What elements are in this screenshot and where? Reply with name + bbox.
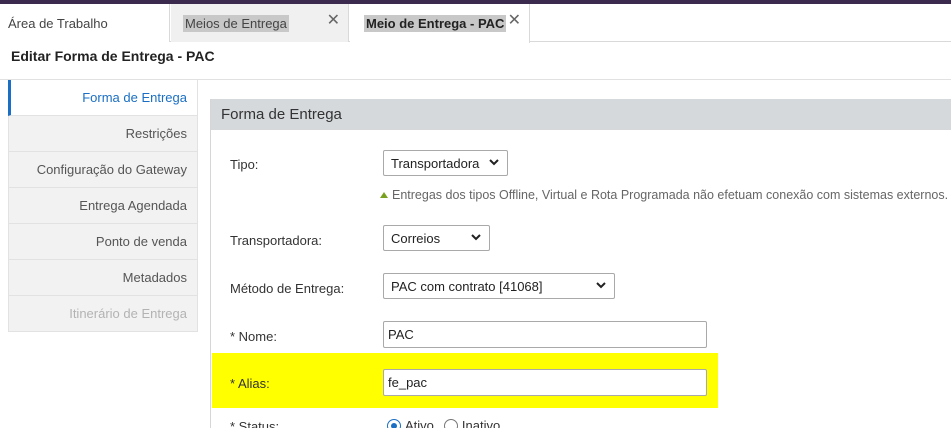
tipo-select-value: Transportadora bbox=[391, 155, 480, 171]
status-inativo-radio[interactable] bbox=[443, 418, 458, 428]
status-label: * Status: bbox=[230, 419, 280, 428]
status-ativo-radio[interactable] bbox=[387, 418, 401, 428]
alias-input-value: fe_pac bbox=[388, 375, 428, 390]
metodo-select[interactable]: PAC com contrato [41068] bbox=[383, 273, 615, 299]
sidebar-item-restricoes[interactable]: Restrições bbox=[8, 116, 198, 152]
nome-input[interactable]: PAC bbox=[383, 321, 707, 348]
status-radio-group: Ativo Inativo bbox=[387, 418, 510, 428]
tipo-hint: Entregas dos tipos Offline, Virtual e Ro… bbox=[380, 188, 948, 202]
sidebar-item-label: Configuração do Gateway bbox=[36, 162, 187, 177]
sidebar-item-ponto-de-venda[interactable]: Ponto de venda bbox=[8, 224, 198, 260]
sidebar-item-label: Restrições bbox=[125, 126, 187, 141]
sidebar-item-label: Metadados bbox=[122, 270, 187, 285]
sidebar-item-metadados[interactable]: Metadados bbox=[8, 260, 198, 296]
page-title: Editar Forma de Entrega - PAC bbox=[11, 48, 215, 64]
tab-label: Meio de Entrega - PAC bbox=[364, 15, 507, 32]
metodo-select-value: PAC com contrato [41068] bbox=[391, 278, 543, 294]
close-icon[interactable]: ✕ bbox=[508, 12, 521, 30]
triangle-up-icon bbox=[380, 192, 388, 198]
sidebar-item-itinerario-de-entrega: Itinerário de Entrega bbox=[8, 296, 198, 332]
metodo-label: Método de Entrega: bbox=[230, 281, 345, 296]
tab-label: Meios de Entrega bbox=[183, 14, 289, 32]
sidebar-item-label: Itinerário de Entrega bbox=[69, 306, 187, 321]
chevron-down-icon bbox=[489, 159, 499, 166]
tab-label: Área de Trabalho bbox=[8, 15, 108, 31]
transportadora-label: Transportadora: bbox=[230, 233, 323, 248]
sidebar-item-entrega-agendada[interactable]: Entrega Agendada bbox=[8, 188, 198, 224]
sidebar-item-label: Entrega Agendada bbox=[79, 198, 187, 213]
nome-input-value: PAC bbox=[388, 327, 414, 342]
transportadora-select-value: Correios bbox=[391, 230, 441, 246]
tab-meios-de-entrega[interactable]: Meios de Entrega ✕ bbox=[171, 4, 349, 42]
status-ativo-label: Ativo bbox=[405, 418, 434, 428]
sidebar-item-label: Forma de Entrega bbox=[82, 90, 187, 105]
sidebar: Forma de Entrega Restrições Configuração… bbox=[8, 80, 198, 332]
nome-label: * Nome: bbox=[230, 329, 277, 344]
tab-bar: Área de Trabalho Meios de Entrega ✕ Meio… bbox=[0, 4, 951, 43]
alias-input[interactable]: fe_pac bbox=[383, 369, 707, 396]
tipo-select[interactable]: Transportadora bbox=[383, 150, 508, 176]
sidebar-item-configuracao-gateway[interactable]: Configuração do Gateway bbox=[8, 152, 198, 188]
alias-label: * Alias: bbox=[230, 376, 270, 391]
chevron-down-icon bbox=[596, 282, 606, 289]
status-inativo-label: Inativo bbox=[461, 418, 501, 428]
tipo-label: Tipo: bbox=[230, 157, 259, 172]
close-icon[interactable]: ✕ bbox=[327, 12, 340, 30]
transportadora-select[interactable]: Correios bbox=[383, 225, 490, 251]
panel-title: Forma de Entrega bbox=[211, 99, 951, 130]
chevron-down-icon bbox=[471, 234, 481, 241]
sidebar-item-label: Ponto de venda bbox=[95, 234, 187, 249]
sidebar-item-forma-de-entrega[interactable]: Forma de Entrega bbox=[8, 80, 198, 116]
tab-meio-de-entrega-pac[interactable]: Meio de Entrega - PAC ✕ bbox=[350, 4, 530, 43]
tab-area-de-trabalho[interactable]: Área de Trabalho bbox=[0, 4, 170, 42]
hint-text: Entregas dos tipos Offline, Virtual e Ro… bbox=[392, 188, 949, 202]
